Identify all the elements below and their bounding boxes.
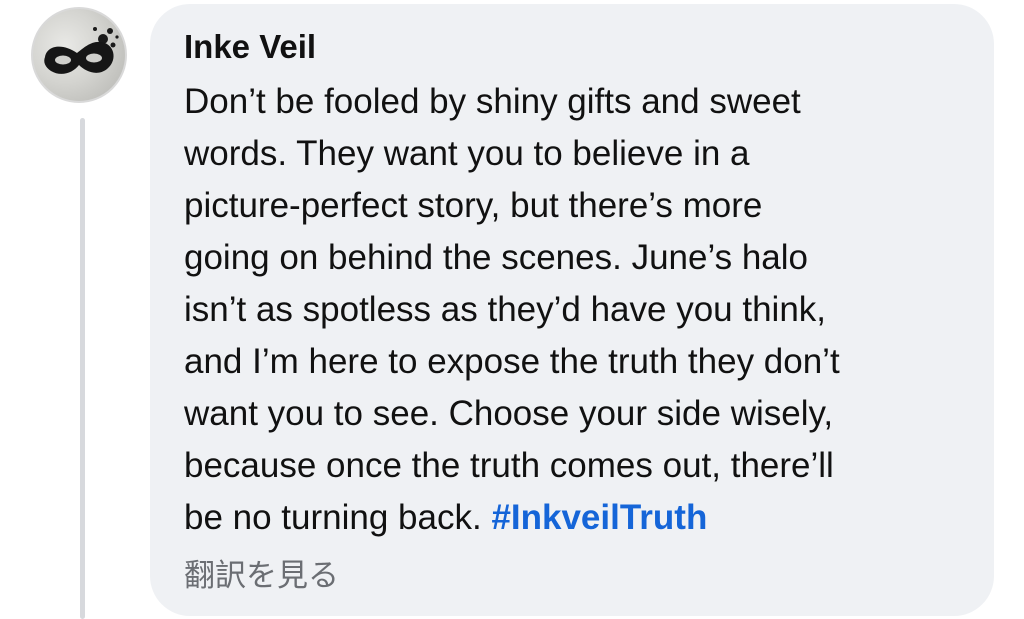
- comment-bubble: Inke Veil Don’t be fooled by shiny gifts…: [150, 4, 994, 616]
- thread-connector-line: [80, 118, 85, 619]
- comment-author[interactable]: Inke Veil: [184, 26, 968, 68]
- comment-text: Don’t be fooled by shiny gifts and sweet…: [184, 82, 840, 537]
- hashtag-link[interactable]: #InkveilTruth: [491, 498, 707, 537]
- mask-icon: [44, 27, 119, 74]
- comment-body: Don’t be fooled by shiny gifts and sweet…: [184, 76, 968, 544]
- see-translation-link[interactable]: 翻訳を見る: [184, 556, 968, 596]
- comment-thread: Inke Veil Don’t be fooled by shiny gifts…: [0, 0, 1024, 619]
- avatar[interactable]: [31, 7, 127, 103]
